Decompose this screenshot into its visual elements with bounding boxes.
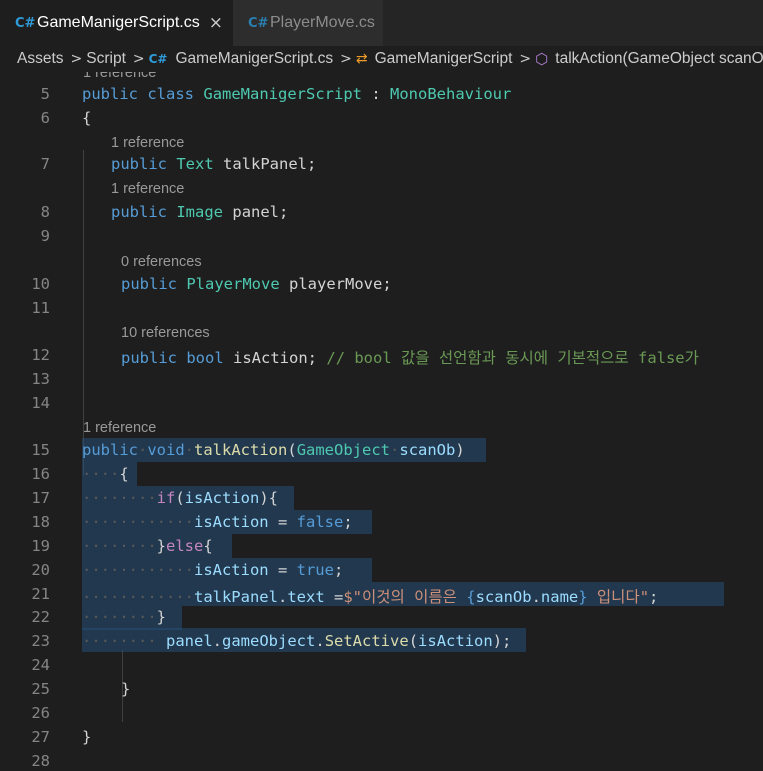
- line-number: 20: [31, 561, 50, 579]
- tab-bar: C# GameManigerScript.cs × C# PlayerMove.…: [0, 0, 763, 46]
- line-number: 5: [40, 85, 50, 103]
- line-number: 24: [31, 656, 50, 674]
- line-number: 7: [40, 155, 50, 173]
- line-number: 19: [31, 537, 50, 555]
- line-number: 6: [40, 109, 50, 127]
- chevron-right-icon: >: [340, 51, 352, 67]
- chevron-right-icon: >: [70, 51, 83, 67]
- breadcrumb-item-method[interactable]: talkAction(GameObject scanOb): [555, 50, 763, 68]
- code-line: }: [82, 728, 92, 746]
- code-line: public bool isAction; // bool 값을 선언함과 동시…: [121, 349, 699, 367]
- csharp-file-icon: C#: [148, 52, 168, 66]
- line-number: 18: [31, 513, 50, 531]
- line-number: 26: [31, 704, 50, 722]
- code-line: ········ panel.gameObject.SetActive(isAc…: [82, 632, 512, 650]
- close-icon[interactable]: ×: [209, 13, 223, 33]
- breadcrumb-item-class[interactable]: GameManigerScript: [375, 50, 513, 68]
- line-number: 9: [40, 227, 50, 245]
- tab-gamemanigerscript[interactable]: C# GameManigerScript.cs ×: [0, 0, 233, 46]
- code-line: ············talkPanel.text =$"이것의 이름은 {s…: [82, 588, 659, 606]
- code-line: public Image panel;: [111, 203, 289, 221]
- line-number: 17: [31, 489, 50, 507]
- code-line: ············isAction = false;: [82, 513, 353, 531]
- code-line: {: [82, 109, 92, 127]
- codelens-references[interactable]: 10 references: [121, 325, 210, 341]
- line-number: 11: [31, 299, 50, 317]
- line-number: 12: [31, 346, 50, 364]
- code-line: ········}: [82, 608, 166, 626]
- line-number: 8: [40, 203, 50, 221]
- line-number: 10: [31, 275, 50, 293]
- csharp-file-icon: C#: [248, 15, 269, 31]
- code-editor[interactable]: 1 reference 1 reference 1 reference 0 re…: [0, 72, 763, 771]
- line-number: 13: [31, 370, 50, 388]
- line-number: 14: [31, 394, 50, 412]
- code-line: ············isAction = true;: [82, 561, 344, 579]
- line-number: 21: [31, 585, 50, 603]
- code-line: ········}else{: [82, 537, 213, 555]
- code-line: }: [121, 680, 131, 698]
- line-number: 25: [31, 680, 50, 698]
- codelens-references[interactable]: 0 references: [121, 254, 202, 270]
- chevron-right-icon: >: [132, 51, 145, 67]
- code-line: ····{: [82, 465, 129, 483]
- codelens-references[interactable]: 1 reference: [83, 72, 156, 81]
- line-number: 15: [31, 441, 50, 459]
- line-number: 23: [31, 632, 50, 650]
- breadcrumb-item-assets[interactable]: Assets: [17, 50, 64, 68]
- class-icon: ⇄: [355, 51, 368, 67]
- codelens-references[interactable]: 1 reference: [111, 181, 184, 197]
- code-line: public Text talkPanel;: [111, 155, 317, 173]
- line-number: 16: [31, 465, 50, 483]
- breadcrumb: Assets > Script > C# GameManigerScript.c…: [0, 46, 763, 72]
- chevron-right-icon: >: [519, 51, 532, 67]
- line-number: 22: [31, 608, 50, 626]
- code-line: public class GameManigerScript : MonoBeh…: [82, 85, 512, 103]
- method-cube-icon: ⬡: [535, 50, 549, 68]
- tab-playermove[interactable]: C# PlayerMove.cs: [233, 0, 383, 46]
- breadcrumb-item-script[interactable]: Script: [86, 50, 126, 68]
- code-line: ········if(isAction){: [82, 489, 278, 507]
- code-line: public·void·talkAction(GameObject·scanOb…: [82, 441, 465, 459]
- codelens-references[interactable]: 1 reference: [83, 420, 156, 436]
- codelens-references[interactable]: 1 reference: [111, 135, 184, 151]
- breadcrumb-item-file[interactable]: GameManigerScript.cs: [175, 50, 333, 68]
- tab-label: GameManigerScript.cs: [37, 14, 200, 31]
- line-number: 27: [31, 728, 50, 746]
- csharp-file-icon: C#: [15, 15, 36, 31]
- tab-label: PlayerMove.cs: [270, 14, 375, 31]
- code-line: public PlayerMove playerMove;: [121, 275, 392, 293]
- line-number: 28: [31, 752, 50, 770]
